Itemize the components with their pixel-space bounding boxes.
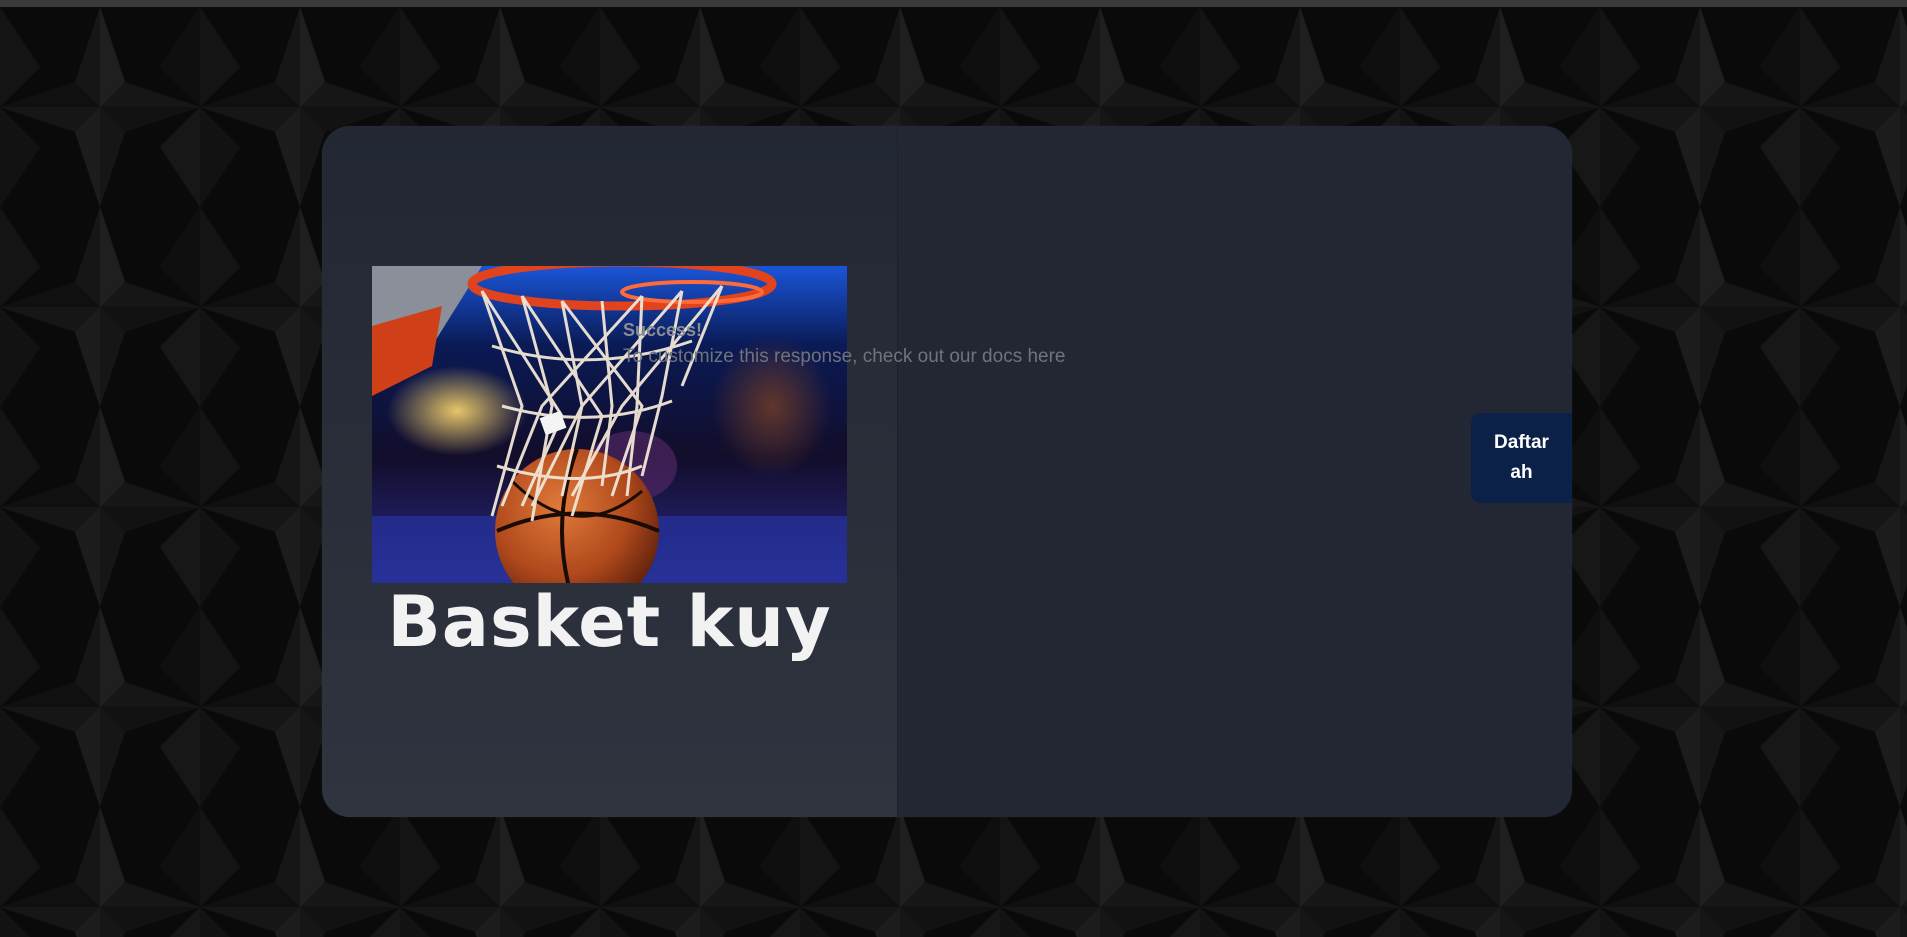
main-card: Basket kuy — [322, 126, 1572, 817]
hero-panel: Basket kuy — [322, 126, 897, 817]
brand-logo-text: Basket kuy — [387, 581, 832, 663]
basketball-photo — [372, 266, 847, 583]
browser-top-strip — [0, 0, 1907, 7]
daftar-button[interactable]: Daftar ah — [1471, 413, 1572, 503]
success-title: Success! — [623, 320, 703, 340]
success-message: Success! To customize this response, che… — [623, 318, 1163, 372]
success-body: To customize this response, check out ou… — [623, 346, 1066, 367]
daftar-button-label-line1: Daftar — [1494, 432, 1549, 453]
daftar-button-label-line2: ah — [1510, 462, 1533, 483]
